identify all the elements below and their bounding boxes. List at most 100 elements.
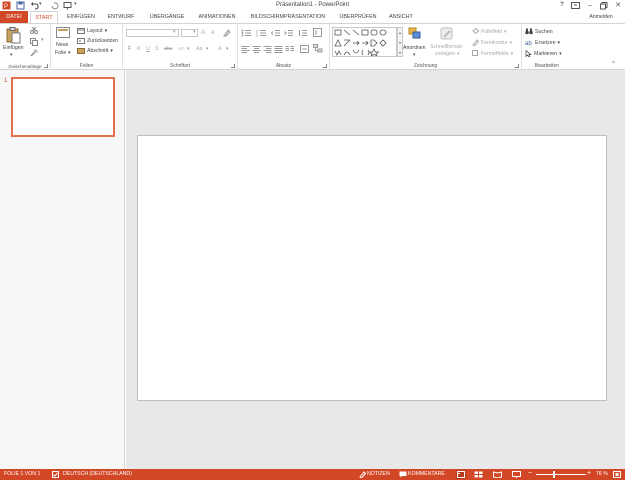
align-text-icon[interactable] xyxy=(300,45,310,55)
text-direction-icon[interactable] xyxy=(313,28,323,39)
columns-icon[interactable] xyxy=(285,45,295,55)
close-button[interactable]: ✕ xyxy=(612,0,624,11)
font-dialog-launcher-icon[interactable] xyxy=(231,64,235,68)
shape-fill-button[interactable]: Fülleffekt ▾ xyxy=(472,28,506,35)
minimize-button[interactable]: – xyxy=(584,0,596,11)
comments-button[interactable]: KOMMENTARE xyxy=(408,471,445,477)
cut-icon[interactable] xyxy=(30,26,38,36)
paste-button[interactable]: Einfügen xyxy=(3,45,23,51)
tab-datei[interactable]: DATEI xyxy=(0,11,28,23)
tab-ansicht[interactable]: ANSICHT xyxy=(385,11,417,23)
copy-dropdown-icon[interactable]: ▾ xyxy=(41,37,44,43)
arrange-dropdown-icon[interactable]: ▾ xyxy=(413,52,416,58)
shapes-gallery[interactable] xyxy=(332,27,397,57)
numbering-icon[interactable] xyxy=(256,29,268,39)
layout-button[interactable]: Layout ▾ xyxy=(77,28,107,34)
font-size-dropdown-icon[interactable]: ▾ xyxy=(193,29,196,35)
sign-in-link[interactable]: Anmelden xyxy=(580,11,622,23)
convert-to-smartart-icon[interactable] xyxy=(313,44,323,55)
font-group-label: Schriftart xyxy=(169,63,190,69)
section-button[interactable]: Abschnitt ▾ xyxy=(77,48,113,54)
tab-animationen[interactable]: ANIMATIONEN xyxy=(194,11,240,23)
increase-indent-icon[interactable] xyxy=(284,29,294,39)
spellcheck-icon[interactable] xyxy=(52,471,59,480)
fit-to-window-icon[interactable] xyxy=(613,471,621,480)
font-color-dropdown-icon[interactable]: ▾ xyxy=(226,46,229,52)
slide-thumbnail-panel[interactable]: 1 xyxy=(0,70,125,469)
change-case-button[interactable]: Aa xyxy=(196,46,202,52)
tab-einfuegen[interactable]: EINFÜGEN xyxy=(64,11,98,23)
slide-canvas[interactable] xyxy=(137,135,607,401)
shapes-gallery-scroll[interactable]: ▴ ▾ ▾ xyxy=(397,27,403,57)
bullets-icon[interactable] xyxy=(241,29,253,39)
grow-font-button[interactable]: A xyxy=(201,29,205,36)
line-spacing-icon[interactable] xyxy=(298,29,308,39)
zoom-in-button[interactable]: + xyxy=(587,470,591,477)
tab-entwurf[interactable]: ENTWURF xyxy=(104,11,138,23)
clipboard-group-label: Zwischenablage xyxy=(8,64,42,69)
character-spacing-button[interactable]: AV xyxy=(178,46,184,51)
reading-view-icon[interactable] xyxy=(493,471,502,480)
change-case-dropdown-icon[interactable]: ▾ xyxy=(206,46,209,52)
tab-bildschirmpraesentation[interactable]: BILDSCHIRMPRÄSENTATION xyxy=(246,11,330,23)
replace-button[interactable]: ab Ersetzen ▾ xyxy=(525,39,560,47)
underline-button[interactable]: U xyxy=(146,46,150,52)
shape-outline-button[interactable]: Formkontur ▾ xyxy=(472,39,512,46)
slide-thumbnail[interactable] xyxy=(11,77,115,137)
font-name-dropdown-icon[interactable]: ▾ xyxy=(173,29,176,35)
font-color-button[interactable]: A xyxy=(218,46,221,52)
slide-count-status[interactable]: FOLIE 1 VON 1 xyxy=(4,471,40,477)
find-button[interactable]: Suchen xyxy=(525,28,553,35)
strikethrough-button[interactable]: abc xyxy=(164,46,172,52)
zoom-slider[interactable] xyxy=(536,474,586,475)
bold-button[interactable]: F xyxy=(128,46,131,52)
quick-styles-label-1[interactable]: Schnellformat- xyxy=(430,44,463,50)
format-painter-icon[interactable] xyxy=(30,49,38,59)
slideshow-view-icon[interactable] xyxy=(512,471,521,480)
clear-formatting-icon[interactable] xyxy=(223,29,231,39)
new-slide-label-2[interactable]: Folie xyxy=(55,50,66,56)
paste-icon[interactable] xyxy=(6,27,21,46)
zoom-out-button[interactable]: − xyxy=(528,470,532,477)
new-slide-dropdown-icon[interactable]: ▾ xyxy=(68,50,71,56)
tab-ueberpruefen[interactable]: ÜBERPRÜFEN xyxy=(337,11,379,23)
justify-icon[interactable] xyxy=(274,45,283,55)
new-slide-icon[interactable] xyxy=(56,27,70,41)
align-left-icon[interactable] xyxy=(241,45,250,55)
tab-uebergaenge[interactable]: ÜBERGÄNGE xyxy=(145,11,189,23)
collapse-ribbon-icon[interactable]: ^ xyxy=(612,61,615,67)
shadow-button[interactable]: S xyxy=(155,46,158,52)
paragraph-dialog-launcher-icon[interactable] xyxy=(323,64,327,68)
quick-styles-label-2[interactable]: vorlagen xyxy=(435,51,455,57)
normal-view-icon[interactable] xyxy=(456,470,466,479)
italic-button[interactable]: K xyxy=(137,46,140,52)
zoom-level[interactable]: 76 % xyxy=(596,471,608,477)
notes-button[interactable]: NOTIZEN xyxy=(367,471,390,477)
shrink-font-button[interactable]: A xyxy=(211,30,214,36)
character-spacing-dropdown-icon[interactable]: ▾ xyxy=(187,46,190,52)
clipboard-dialog-launcher-icon[interactable] xyxy=(44,64,48,68)
copy-icon[interactable] xyxy=(30,38,40,48)
arrange-icon[interactable] xyxy=(408,27,422,42)
align-center-icon[interactable] xyxy=(252,45,261,55)
language-status[interactable]: DEUTSCH (DEUTSCHLAND) xyxy=(63,471,132,477)
drawing-dialog-launcher-icon[interactable] xyxy=(515,64,519,68)
ribbon-display-options-button[interactable] xyxy=(569,0,581,11)
quick-styles-icon[interactable] xyxy=(440,27,454,43)
comments-icon[interactable] xyxy=(399,471,407,480)
decrease-indent-icon[interactable] xyxy=(270,29,281,39)
notes-icon[interactable] xyxy=(359,471,367,480)
reset-button[interactable]: Zurücksetzen xyxy=(77,38,118,44)
restore-button[interactable] xyxy=(598,0,610,11)
select-button[interactable]: Markieren ▾ xyxy=(525,50,562,57)
font-name-combobox[interactable] xyxy=(126,29,179,37)
shape-effects-button[interactable]: Formeffekte ▾ xyxy=(472,50,513,57)
arrange-button[interactable]: Anordnen xyxy=(403,45,426,51)
new-slide-label-1[interactable]: Neue xyxy=(56,42,68,48)
paste-dropdown-icon[interactable]: ▾ xyxy=(10,52,13,58)
zoom-slider-thumb[interactable] xyxy=(553,471,555,478)
quick-styles-dropdown-icon[interactable]: ▾ xyxy=(457,51,460,57)
help-button[interactable]: ? xyxy=(556,0,568,11)
align-right-icon[interactable] xyxy=(263,45,272,55)
slide-sorter-icon[interactable] xyxy=(474,471,483,480)
